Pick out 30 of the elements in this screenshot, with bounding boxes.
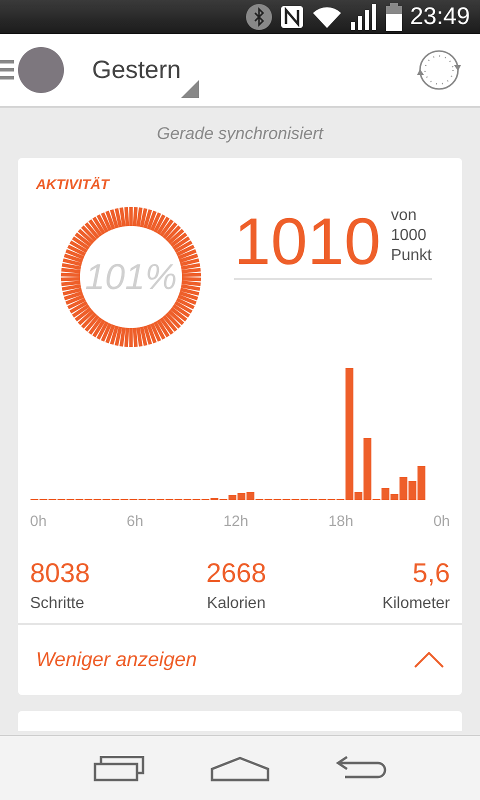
menu-icon[interactable]	[0, 45, 66, 95]
stat-value: 2668	[206, 558, 266, 589]
nfc-icon	[280, 5, 304, 29]
stat-label: Schritte	[30, 595, 86, 613]
chevron-up-icon[interactable]	[414, 652, 444, 668]
stat-label: Kalorien	[206, 595, 266, 613]
dropdown-corner-icon[interactable]	[180, 80, 199, 98]
stat-value: 8038	[30, 558, 90, 589]
goal-label: von	[390, 206, 418, 226]
sync-icon[interactable]	[416, 47, 462, 93]
axis-label: 6h	[126, 513, 144, 530]
axis-label: 18h	[328, 513, 354, 530]
clock-time: 23:49	[410, 3, 470, 31]
points-value: 1010	[234, 208, 381, 274]
stat-label: Kilometer	[382, 595, 450, 613]
recent-apps-icon[interactable]	[92, 756, 145, 782]
goal-unit: Punkt	[390, 246, 432, 266]
axis-label: 12h	[223, 513, 248, 530]
wifi-icon	[312, 5, 342, 29]
axis-label: 0h	[30, 513, 47, 530]
home-icon[interactable]	[210, 756, 270, 782]
bluetooth-icon	[246, 4, 272, 30]
date-selector[interactable]: Gestern	[92, 56, 181, 84]
goal-value: 1000	[390, 226, 428, 246]
axis-label: 0h	[433, 513, 450, 530]
card-title: AKTIVITÄT	[36, 176, 111, 192]
sync-status: Gerade synchronisiert	[156, 124, 325, 144]
stat-value: 5,6	[412, 558, 450, 589]
signal-icon	[350, 4, 378, 30]
battery-icon	[386, 3, 402, 31]
